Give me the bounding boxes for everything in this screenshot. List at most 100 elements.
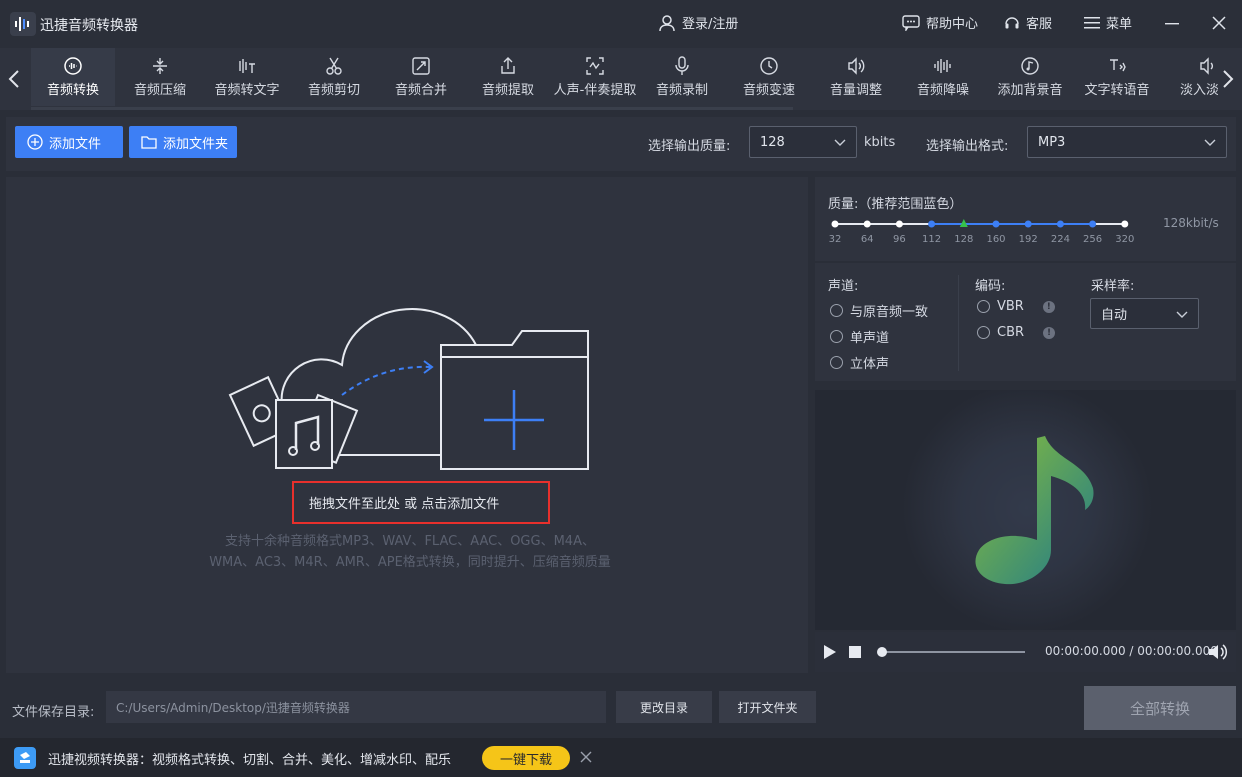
quality-marker[interactable]	[1056, 220, 1064, 228]
quality-current-value: 128kbit/s	[1163, 216, 1219, 230]
info-icon[interactable]: !	[1043, 326, 1056, 339]
tab-audio-speed[interactable]: 音频变速	[727, 48, 811, 106]
quality-tick-label: 32	[828, 234, 842, 245]
audio-convert-icon	[64, 57, 82, 75]
quality-marker[interactable]	[895, 220, 903, 228]
progress-track[interactable]	[881, 651, 1025, 653]
quality-panel-title: 质量:（推荐范围蓝色）	[828, 197, 963, 212]
customer-service-label: 客服	[1026, 17, 1053, 32]
convert-all-button[interactable]: 全部转换	[1084, 686, 1236, 730]
tab-vocal-separate[interactable]: 人声-伴奏提取	[553, 48, 637, 106]
cloud-folder-illustration	[228, 308, 589, 470]
radio-encoding-vbr[interactable]: VBR!	[977, 299, 1055, 314]
add-file-button[interactable]: 添加文件	[15, 126, 123, 158]
progress-handle[interactable]	[877, 647, 887, 657]
minimize-icon[interactable]	[1161, 12, 1183, 34]
volume-icon	[848, 57, 865, 75]
tab-audio-denoise[interactable]: 音频降噪	[901, 48, 985, 106]
tab-label: 音频剪切	[307, 83, 360, 98]
app-logo-icon	[10, 12, 36, 36]
quality-marker[interactable]	[928, 220, 936, 228]
radio-channel-mono[interactable]: 单声道	[830, 327, 889, 346]
close-promo-icon[interactable]	[580, 751, 592, 763]
save-dir-label: 文件保存目录:	[12, 705, 95, 720]
promo-bar: 迅捷视频转换器：视频格式转换、切割、合并、美化、增减水印、配乐 一键下载	[0, 738, 1242, 777]
toolbar-scrollbar[interactable]	[31, 107, 793, 110]
play-icon[interactable]	[823, 644, 837, 660]
add-file-label: 添加文件	[49, 136, 102, 152]
tab-audio-cut[interactable]: 音频剪切	[292, 48, 376, 106]
tab-text-to-speech[interactable]: 文字转语音	[1075, 48, 1159, 106]
chevron-down-icon	[1176, 311, 1188, 318]
quality-marker[interactable]	[1089, 220, 1097, 228]
tab-audio-to-text[interactable]: 音频转文字	[205, 48, 289, 106]
drop-hint[interactable]: 拖拽文件至此处 或 点击添加文件	[292, 481, 550, 524]
tab-add-bg-music[interactable]: 添加背景音	[988, 48, 1072, 106]
quality-value: 128	[760, 134, 785, 150]
promo-text: 迅捷视频转换器：视频格式转换、切割、合并、美化、增减水印、配乐	[48, 753, 452, 768]
save-path-input[interactable]: C:/Users/Admin/Desktop/迅捷音频转换器	[106, 691, 606, 723]
chevron-left-icon[interactable]	[7, 68, 21, 90]
tab-label: 人声-伴奏提取	[553, 83, 637, 98]
fade-icon	[1200, 57, 1213, 75]
quality-marker[interactable]	[863, 220, 871, 228]
tab-label: 音量调整	[829, 83, 882, 98]
radio-encoding-cbr[interactable]: CBR!	[977, 325, 1056, 340]
title-bar: 迅捷音频转换器 登录/注册 帮助中心 客服 菜单	[0, 0, 1242, 48]
sample-rate-title: 采样率:	[1091, 279, 1135, 294]
drop-zone[interactable]	[6, 177, 808, 673]
quality-tick-label: 112	[922, 234, 942, 245]
login-label: 登录/注册	[682, 17, 739, 32]
tab-label: 音频转文字	[214, 83, 280, 98]
customer-service-button[interactable]: 客服	[1004, 13, 1052, 32]
tab-volume-adjust[interactable]: 音量调整	[814, 48, 898, 106]
extract-icon	[501, 57, 515, 74]
format-label: 选择输出格式:	[926, 139, 1009, 154]
app-title: 迅捷音频转换器	[40, 18, 138, 34]
tab-audio-record[interactable]: 音频录制	[640, 48, 724, 106]
tab-audio-convert[interactable]: 音频转换	[31, 48, 115, 106]
speaker-icon[interactable]	[1208, 643, 1228, 661]
menu-button[interactable]: 菜单	[1084, 13, 1132, 32]
tab-fade[interactable]: 淡入淡	[1162, 48, 1218, 106]
quality-slider[interactable]	[830, 217, 1130, 231]
stop-icon[interactable]	[849, 646, 861, 658]
tool-bar: 音频转换 音频压缩 音频转文字 音频剪切 音频合并 音频提取 人声-伴奏提取 音…	[0, 48, 1242, 110]
user-icon	[659, 14, 675, 31]
tab-audio-merge[interactable]: 音频合并	[379, 48, 463, 106]
quality-tick-label: 64	[860, 234, 874, 245]
login-button[interactable]: 登录/注册	[658, 13, 738, 32]
quality-marker[interactable]	[992, 220, 1000, 228]
encoding-title: 编码:	[975, 279, 1006, 294]
chevron-down-icon	[1204, 139, 1216, 146]
folder-icon	[141, 136, 157, 149]
sample-rate-select[interactable]: 自动	[1090, 298, 1199, 329]
speed-icon	[760, 57, 778, 75]
radio-channel-original[interactable]: 与原音频一致	[830, 301, 928, 320]
radio-label: 立体声	[850, 357, 890, 372]
one-click-download-button[interactable]: 一键下载	[482, 746, 570, 770]
info-icon[interactable]: !	[1042, 300, 1055, 313]
help-center-button[interactable]: 帮助中心	[902, 13, 978, 32]
tab-audio-compress[interactable]: 音频压缩	[118, 48, 202, 106]
quality-marker[interactable]	[1024, 220, 1032, 228]
radio-channel-stereo[interactable]: 立体声	[830, 353, 889, 372]
tab-label: 音频变速	[742, 83, 795, 98]
tab-label: 文字转语音	[1084, 83, 1150, 98]
quality-tick-label: 192	[1018, 234, 1038, 245]
quality-select[interactable]: 128	[749, 126, 857, 158]
merge-icon	[412, 57, 430, 75]
change-dir-button[interactable]: 更改目录	[616, 691, 712, 723]
tab-audio-extract[interactable]: 音频提取	[466, 48, 550, 106]
tab-label: 添加背景音	[997, 83, 1063, 98]
quality-marker[interactable]	[1121, 220, 1129, 228]
close-icon[interactable]	[1208, 12, 1230, 34]
quality-marker[interactable]	[831, 220, 839, 228]
open-folder-button[interactable]: 打开文件夹	[719, 691, 816, 723]
tab-label: 淡入淡	[1180, 83, 1218, 98]
tab-label: 音频录制	[655, 83, 708, 98]
format-select[interactable]: MP3	[1027, 126, 1227, 158]
add-folder-button[interactable]: 添加文件夹	[129, 126, 237, 158]
player-bar: 00:00:00.000 / 00:00:00.000	[815, 632, 1236, 672]
chevron-right-icon[interactable]	[1221, 68, 1235, 90]
